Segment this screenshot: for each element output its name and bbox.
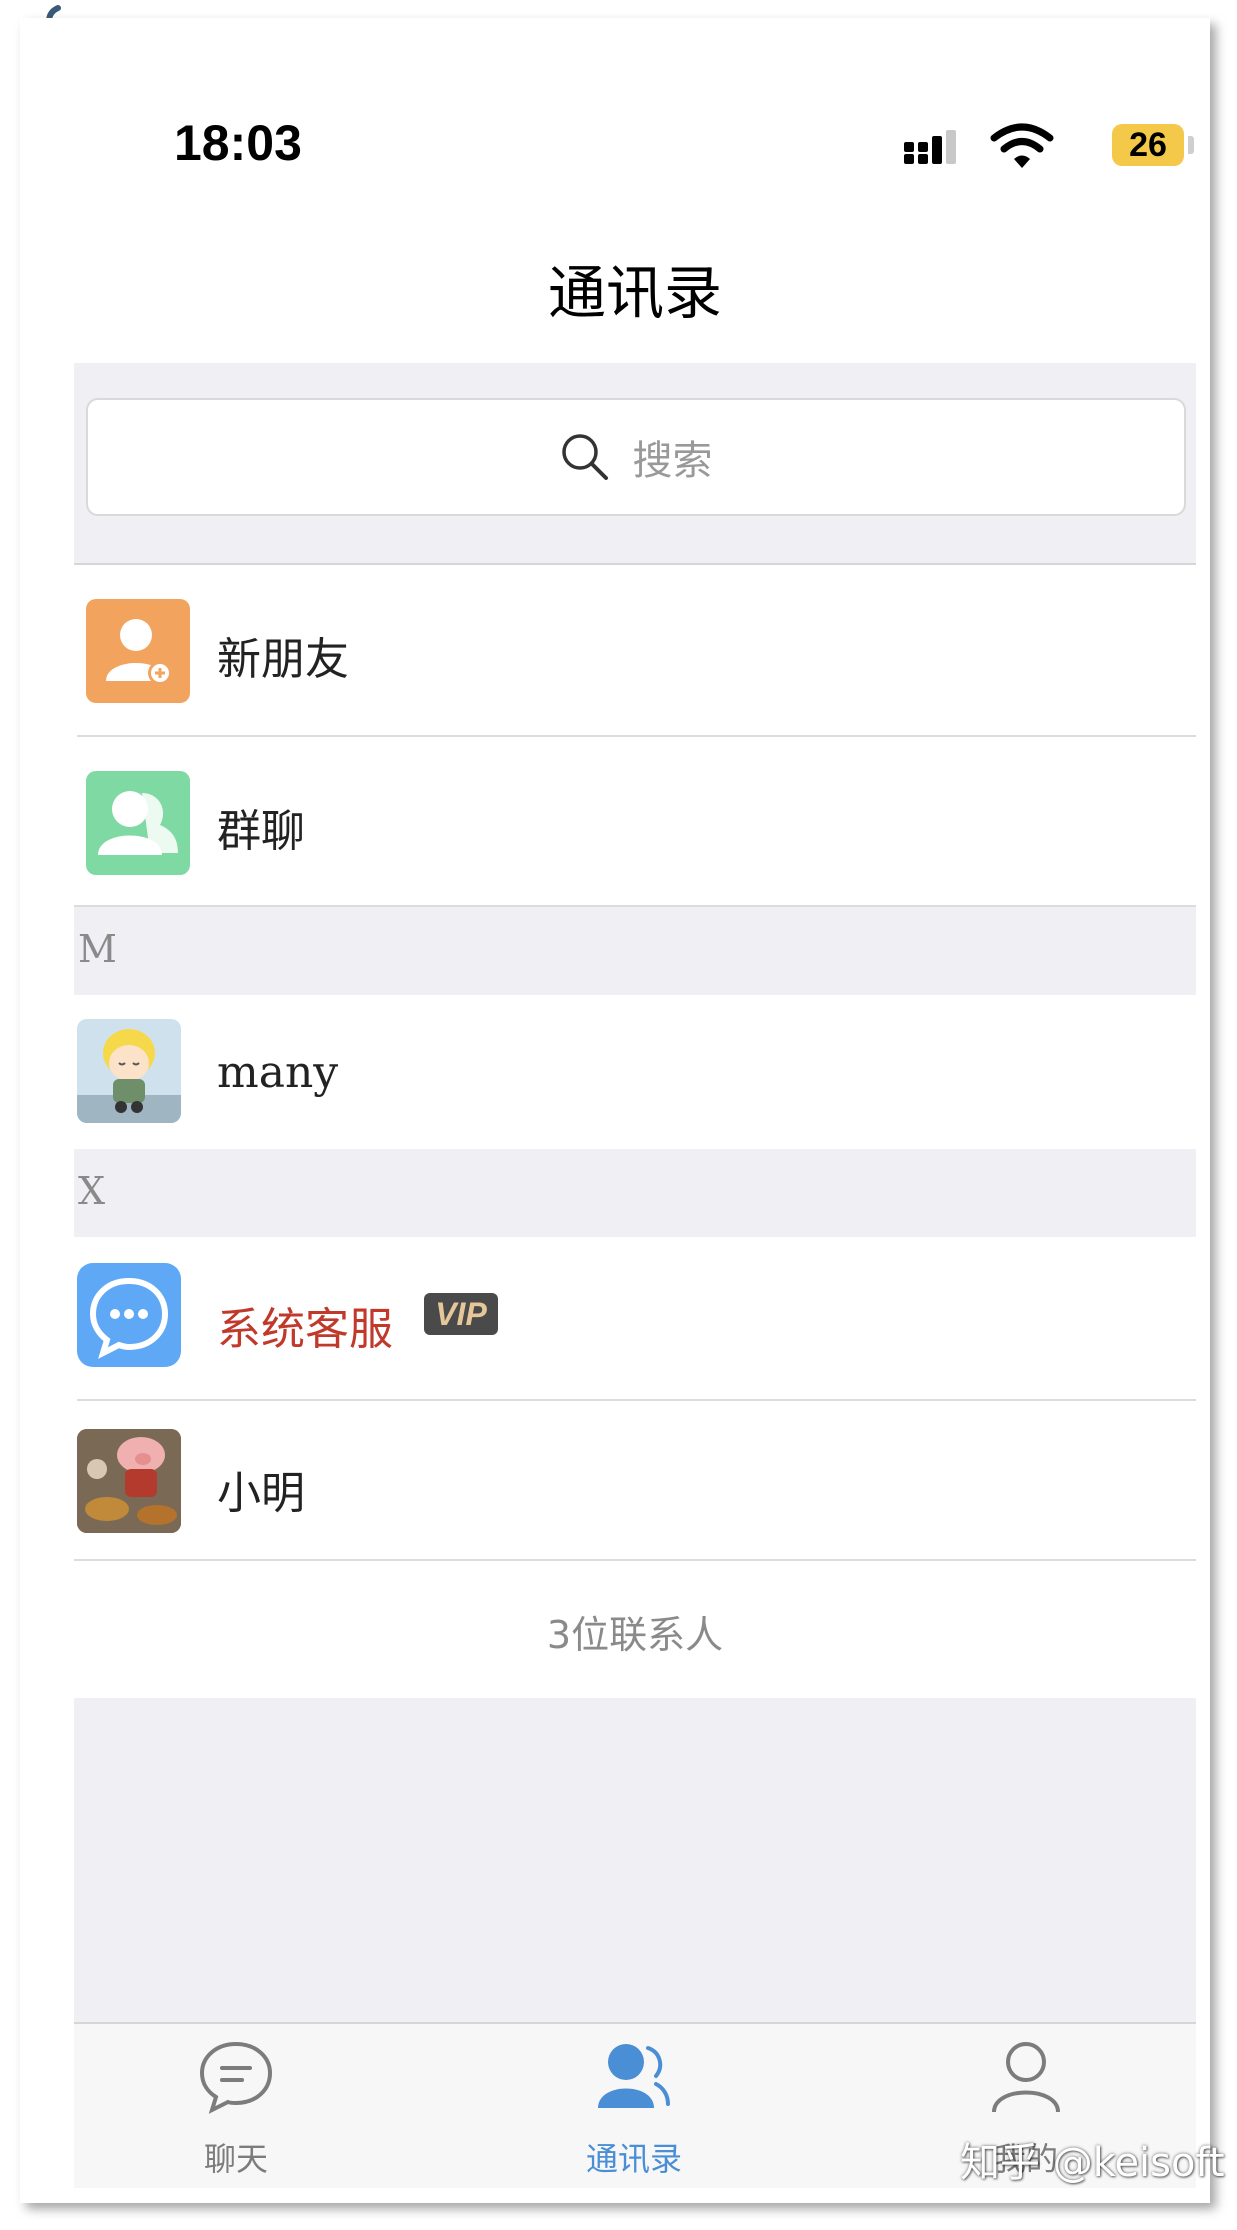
status-icons: 26: [902, 120, 1196, 180]
group-chat-icon: [86, 771, 190, 875]
contact-name: 系统客服: [217, 1304, 393, 1355]
list-item-new-friends[interactable]: 新朋友: [74, 565, 1196, 737]
tab-chat[interactable]: 聊天: [96, 2024, 376, 2188]
screenshot-frame: 18:03 26 通讯录 搜索 新朋友 群聊 M many X 系统客服 VIP…: [20, 18, 1210, 2203]
list-item-label: 新朋友: [217, 634, 349, 685]
battery-indicator: 26: [1112, 124, 1184, 166]
contact-name: 小明: [217, 1468, 305, 1519]
phone-screen: 18:03 26 通讯录 搜索 新朋友 群聊 M many X 系统客服 VIP…: [74, 18, 1196, 2188]
contact-row-xiaoming[interactable]: 小明: [74, 1401, 1196, 1561]
row-divider: [74, 1559, 1196, 1561]
contact-row-many[interactable]: many: [74, 995, 1196, 1149]
contacts-icon: [598, 2044, 670, 2108]
page-title: 通讯录: [547, 259, 722, 327]
search-placeholder: 搜索: [632, 438, 713, 484]
add-friend-icon: [86, 599, 190, 703]
pig-figure-avatar: [77, 1429, 181, 1533]
section-header-m: M: [74, 907, 1196, 995]
search-input[interactable]: 搜索: [86, 398, 1186, 516]
battery-nub: [1188, 136, 1194, 154]
section-header-x: X: [74, 1149, 1196, 1237]
list-item-label: 群聊: [217, 806, 305, 857]
tab-label: 通讯录: [585, 2140, 682, 2178]
section-letter: X: [78, 1169, 106, 1213]
contact-row-service[interactable]: 系统客服 VIP: [74, 1237, 1196, 1401]
cartoon-boy-avatar: [77, 1019, 181, 1123]
list-item-group-chat[interactable]: 群聊: [74, 737, 1196, 907]
search-bar-container: 搜索: [74, 363, 1196, 565]
chat-bubble-icon: [77, 1263, 181, 1367]
watermark: 知乎 @keisoft: [960, 2140, 1225, 2186]
vip-badge: VIP: [424, 1293, 498, 1335]
contact-count: 3位联系人: [546, 1613, 724, 1657]
chat-icon: [199, 2041, 273, 2114]
search-icon: [562, 434, 609, 480]
wifi-icon: [990, 123, 1054, 168]
empty-area: [74, 1698, 1196, 2022]
profile-icon: [992, 2042, 1060, 2113]
contact-name: many: [217, 1047, 339, 1098]
tab-label: 聊天: [203, 2140, 268, 2178]
tab-contacts[interactable]: 通讯录: [494, 2024, 774, 2188]
status-time: 18:03: [174, 115, 302, 171]
section-letter: M: [78, 927, 117, 971]
cellular-signal-icon: [904, 130, 956, 164]
